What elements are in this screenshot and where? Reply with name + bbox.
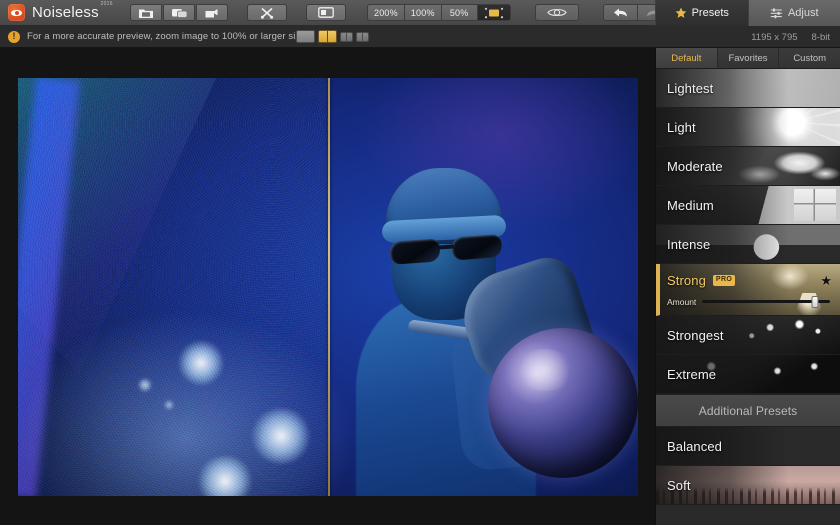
preset-strong-header: Strong PRO ★	[660, 269, 840, 293]
after-half	[328, 78, 638, 496]
undo-arrow-icon	[613, 8, 627, 17]
undo-button[interactable]	[602, 4, 637, 21]
preset-medium[interactable]: Medium	[656, 186, 840, 225]
preset-label: Soft	[667, 477, 691, 493]
preset-label: Extreme	[667, 366, 717, 382]
sliders-icon	[770, 8, 782, 19]
amount-slider-row: Amount	[660, 293, 840, 311]
presets-subtab-bar: Default Favorites Custom	[656, 48, 840, 69]
preset-label: Strongest	[667, 327, 724, 343]
tab-adjust[interactable]: Adjust	[747, 0, 840, 26]
view-mode-group	[296, 30, 369, 43]
presets-panel: Default Favorites Custom Lightest Light	[655, 48, 840, 525]
compare-images-button[interactable]	[163, 4, 195, 21]
preset-intense[interactable]: Intense	[656, 225, 840, 264]
warning-message: For a more accurate preview, zoom image …	[27, 31, 309, 42]
tab-presets[interactable]: Presets	[655, 0, 748, 26]
preset-extreme[interactable]: Extreme	[656, 355, 840, 394]
preset-lightest[interactable]: Lightest	[656, 69, 840, 108]
image-bit-depth: 8-bit	[811, 31, 830, 43]
warning-exclamation-icon: !	[8, 30, 20, 43]
preset-label: Lightest	[667, 80, 714, 96]
preset-label: Strong	[667, 273, 706, 288]
app-title-text: Noiseless	[32, 4, 99, 21]
zoom-50-button[interactable]: 50%	[440, 4, 477, 21]
panel-tab-bar: Presets Adjust	[655, 0, 840, 26]
share-export-button[interactable]	[196, 4, 228, 21]
image-dimensions: 1195 x 795	[751, 31, 798, 43]
before-after-split-handle[interactable]	[328, 78, 330, 496]
app-branding: Noiseless 2016	[0, 2, 130, 21]
layout-button[interactable]	[306, 4, 346, 21]
before-scene	[18, 78, 328, 496]
view-mode-split-small-b[interactable]	[356, 31, 369, 42]
view-mode-single[interactable]	[296, 30, 315, 43]
star-filled-icon[interactable]: ★	[820, 274, 832, 287]
info-status-bar: ! For a more accurate preview, zoom imag…	[0, 26, 840, 48]
zoom-controls: 200% 100% 50%	[367, 4, 511, 21]
preset-label: Light	[667, 119, 696, 135]
tab-presets-label: Presets	[691, 7, 729, 19]
preview-toggle-button[interactable]	[534, 4, 579, 21]
app-title: Noiseless 2016	[32, 2, 113, 21]
preset-list[interactable]: Lightest Light Moderate Medium Intense S…	[656, 69, 840, 525]
image-chroma-noise-overlay	[18, 78, 328, 496]
preset-label: Moderate	[667, 158, 723, 174]
preset-strong-selected[interactable]: Strong PRO ★ Amount	[656, 264, 840, 316]
image-canvas[interactable]	[0, 48, 655, 525]
preset-light[interactable]: Light	[656, 108, 840, 147]
noiseless-app-window: Noiseless 2016 200% 100% 50% Presets Adj…	[0, 0, 840, 525]
workspace: Default Favorites Custom Lightest Light	[0, 48, 840, 525]
amount-slider[interactable]	[702, 295, 830, 308]
subtab-custom[interactable]: Custom	[779, 48, 840, 68]
zoom-200-button[interactable]: 200%	[367, 4, 404, 21]
before-half	[18, 78, 328, 496]
preset-balanced[interactable]: Balanced	[656, 427, 840, 466]
performer-silhouette	[348, 158, 638, 496]
eye-preview-icon	[546, 8, 567, 17]
preset-label: Intense	[667, 236, 711, 252]
preset-soft[interactable]: Soft	[656, 466, 840, 505]
section-label: Additional Presets	[698, 403, 798, 418]
file-button-group	[130, 4, 229, 21]
view-mode-split-vertical[interactable]	[318, 30, 337, 43]
zoom-100-button[interactable]: 100%	[403, 4, 441, 21]
fit-to-screen-button[interactable]	[476, 4, 511, 21]
amount-label: Amount	[667, 296, 697, 307]
view-mode-split-small-a[interactable]	[340, 31, 353, 42]
amount-slider-knob[interactable]	[811, 295, 819, 308]
crop-button[interactable]	[247, 4, 287, 21]
preset-strongest[interactable]: Strongest	[656, 316, 840, 355]
subtab-favorites[interactable]: Favorites	[718, 48, 780, 68]
section-additional-presets: Additional Presets	[656, 394, 840, 427]
after-scene	[328, 78, 638, 496]
fit-to-screen-icon	[484, 7, 503, 18]
subtab-default[interactable]: Default	[656, 48, 718, 68]
app-title-superscript: 2016	[100, 1, 113, 7]
image-meta: 1195 x 795 8-bit	[751, 26, 830, 48]
pro-badge: PRO	[712, 275, 736, 286]
main-toolbar: Noiseless 2016 200% 100% 50% Presets Adj…	[0, 0, 840, 26]
tab-adjust-label: Adjust	[787, 7, 819, 19]
preset-moderate[interactable]: Moderate	[656, 147, 840, 186]
noiseless-eye-logo-icon	[8, 4, 25, 21]
open-image-button[interactable]	[130, 4, 162, 21]
preset-label: Balanced	[667, 438, 723, 454]
photo-preview[interactable]	[18, 78, 638, 496]
star-icon	[675, 7, 686, 18]
preset-label: Medium	[667, 197, 714, 213]
